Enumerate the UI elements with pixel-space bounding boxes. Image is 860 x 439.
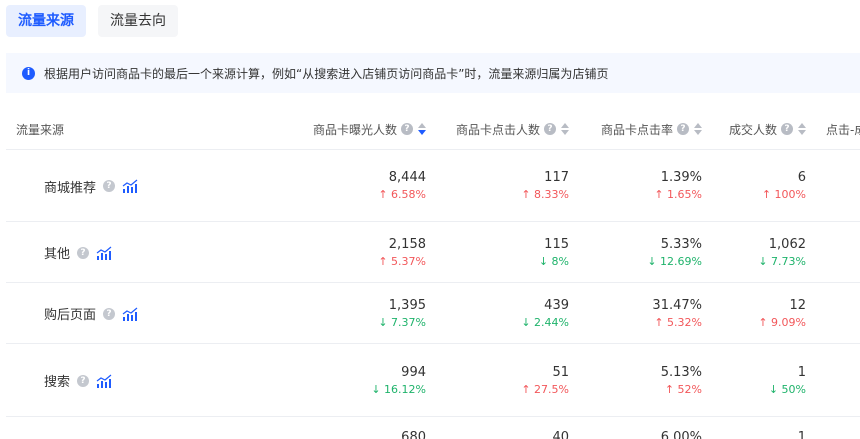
- ctr-cell: 5.33% ↓ 12.69%: [647, 236, 702, 270]
- buyers-cell: 6 ↑ 100%: [762, 169, 806, 203]
- row-source: 搜索?: [44, 372, 112, 390]
- metric-value: 5.33%: [660, 236, 702, 252]
- trend-chart-icon[interactable]: [122, 307, 138, 321]
- sort-icon[interactable]: [798, 123, 806, 135]
- change-down: ↓ 50%: [768, 382, 806, 396]
- column-header-click-conversion[interactable]: 点击-成: [826, 108, 860, 150]
- help-icon[interactable]: ?: [103, 307, 116, 320]
- trend-chart-icon[interactable]: [122, 179, 138, 193]
- metric-value: 2,158: [388, 236, 426, 252]
- change-up: ↑ 5.37%: [378, 254, 426, 268]
- table-row: 其他? 2,158 ↑ 5.37% 115 ↓ 8% 5.33% ↓ 12.69% 1,062…: [6, 222, 860, 283]
- metric-value: 439: [544, 297, 569, 313]
- metric-value: 12: [789, 297, 806, 313]
- trend-chart-icon[interactable]: [96, 374, 112, 388]
- change-up: ↑ 5.32%: [654, 315, 702, 329]
- exposure-cell: 1,395 ↓ 7.37%: [378, 297, 426, 331]
- change-up: ↑ 27.5%: [521, 382, 569, 396]
- tab-traffic-destination[interactable]: 流量去向: [98, 5, 178, 37]
- row-source: 商城推荐?: [44, 177, 138, 196]
- row-source: 其他?: [44, 244, 112, 262]
- metric-value: 6.00%: [660, 430, 702, 439]
- metric-value: 1.39%: [660, 170, 702, 185]
- change-up: ↑ 100%: [761, 188, 806, 201]
- change-up: ↑ 6.58%: [378, 188, 426, 201]
- metric-value: 994: [401, 364, 426, 380]
- metric-value: 5.13%: [660, 364, 702, 380]
- change-down: ↓ 7.73%: [758, 254, 806, 268]
- column-header-exposure[interactable]: 商品卡曝光人数 ?: [313, 108, 426, 150]
- metric-value: 40: [552, 430, 569, 439]
- change-down: ↓ 2.44%: [521, 315, 569, 329]
- metric-value: 1: [797, 364, 806, 380]
- ctr-cell: 1.39% ↑ 1.65%: [654, 169, 702, 203]
- column-header-ctr[interactable]: 商品卡点击率 ?: [601, 108, 702, 150]
- help-icon[interactable]: ?: [77, 246, 90, 259]
- buyers-cell: 1: [798, 429, 806, 439]
- ctr-cell: 5.13% ↑ 52%: [661, 364, 702, 398]
- change-up: ↑ 1.65%: [654, 188, 702, 201]
- trend-chart-icon[interactable]: [96, 246, 112, 260]
- help-icon[interactable]: ?: [781, 123, 793, 135]
- metric-value: 1,395: [388, 297, 426, 313]
- help-icon[interactable]: ?: [544, 123, 556, 135]
- metric-value: 115: [544, 236, 569, 252]
- metric-value: 8,444: [388, 170, 426, 185]
- metric-value: 1: [797, 430, 806, 439]
- change-down: ↓ 16.12%: [371, 382, 426, 396]
- metric-value: 1,062: [768, 236, 806, 252]
- sort-icon[interactable]: [561, 123, 569, 135]
- clicks-cell: 117 ↑ 8.33%: [521, 169, 569, 203]
- metric-value: 680: [401, 430, 426, 439]
- table-row: 商城推荐? 8,444 ↑ 6.58% 117 ↑ 8.33% 1.39% ↑ 1.65% 6…: [6, 150, 860, 222]
- ctr-cell: 31.47% ↑ 5.32%: [652, 297, 702, 331]
- table-row: 购后页面? 1,395 ↓ 7.37% 439 ↓ 2.44% 31.47% ↑ 5.32%…: [6, 283, 860, 344]
- table-row: 680 40 6.00% 1: [6, 417, 860, 439]
- help-icon[interactable]: ?: [401, 123, 413, 135]
- sort-icon[interactable]: [418, 123, 426, 135]
- table-header: 流量来源 商品卡曝光人数 ? 商品卡点击人数 ? 商品卡点击率 ? 成交人数 ?…: [6, 108, 860, 150]
- change-up: ↑ 8.33%: [521, 188, 569, 201]
- ctr-cell: 6.00%: [661, 429, 702, 439]
- help-icon[interactable]: ?: [103, 180, 116, 192]
- source-label: 其他: [44, 247, 71, 262]
- exposure-cell: 2,158 ↑ 5.37%: [378, 236, 426, 270]
- row-source: 购后页面?: [44, 305, 138, 323]
- tab-bar: 流量来源 流量去向: [6, 5, 178, 37]
- tab-traffic-source[interactable]: 流量来源: [6, 5, 86, 37]
- clicks-cell: 51 ↑ 27.5%: [521, 364, 569, 398]
- metric-value: 117: [544, 170, 569, 185]
- change-down: ↓ 12.69%: [647, 254, 702, 268]
- help-icon[interactable]: ?: [677, 123, 689, 135]
- source-label: 购后页面: [44, 308, 97, 323]
- exposure-cell: 994 ↓ 16.12%: [371, 364, 426, 398]
- column-header-clicks[interactable]: 商品卡点击人数 ?: [456, 108, 569, 150]
- buyers-cell: 1 ↓ 50%: [769, 364, 806, 398]
- info-icon: i: [22, 66, 35, 80]
- change-up: ↑ 9.09%: [758, 315, 806, 329]
- clicks-cell: 439 ↓ 2.44%: [521, 297, 569, 331]
- column-header-source: 流量来源: [16, 122, 65, 137]
- sort-icon[interactable]: [694, 123, 702, 135]
- help-icon[interactable]: ?: [77, 374, 90, 387]
- buyers-cell: 12 ↑ 9.09%: [758, 297, 806, 331]
- metric-value: 6: [797, 170, 806, 185]
- exposure-cell: 8,444 ↑ 6.58%: [378, 169, 426, 203]
- clicks-cell: 40: [552, 429, 569, 439]
- column-header-buyers[interactable]: 成交人数 ?: [729, 108, 806, 150]
- info-notice: i 根据用户访问商品卡的最后一个来源计算，例如“从搜索进入店铺页访问商品卡”时，…: [6, 53, 860, 93]
- change-up: ↑ 52%: [664, 382, 702, 396]
- source-label: 商城推荐: [44, 180, 97, 196]
- buyers-cell: 1,062 ↓ 7.73%: [758, 236, 806, 270]
- metric-value: 31.47%: [652, 297, 702, 313]
- change-down: ↓ 8%: [538, 254, 569, 268]
- table-row: 搜索? 994 ↓ 16.12% 51 ↑ 27.5% 5.13% ↑ 52% 1 ↓ 50%: [6, 344, 860, 417]
- metric-value: 51: [552, 364, 569, 380]
- clicks-cell: 115 ↓ 8%: [539, 236, 569, 270]
- change-down: ↓ 7.37%: [378, 315, 426, 329]
- notice-text: 根据用户访问商品卡的最后一个来源计算，例如“从搜索进入店铺页访问商品卡”时，流量…: [44, 66, 609, 81]
- exposure-cell: 680: [401, 429, 426, 439]
- source-label: 搜索: [44, 375, 71, 390]
